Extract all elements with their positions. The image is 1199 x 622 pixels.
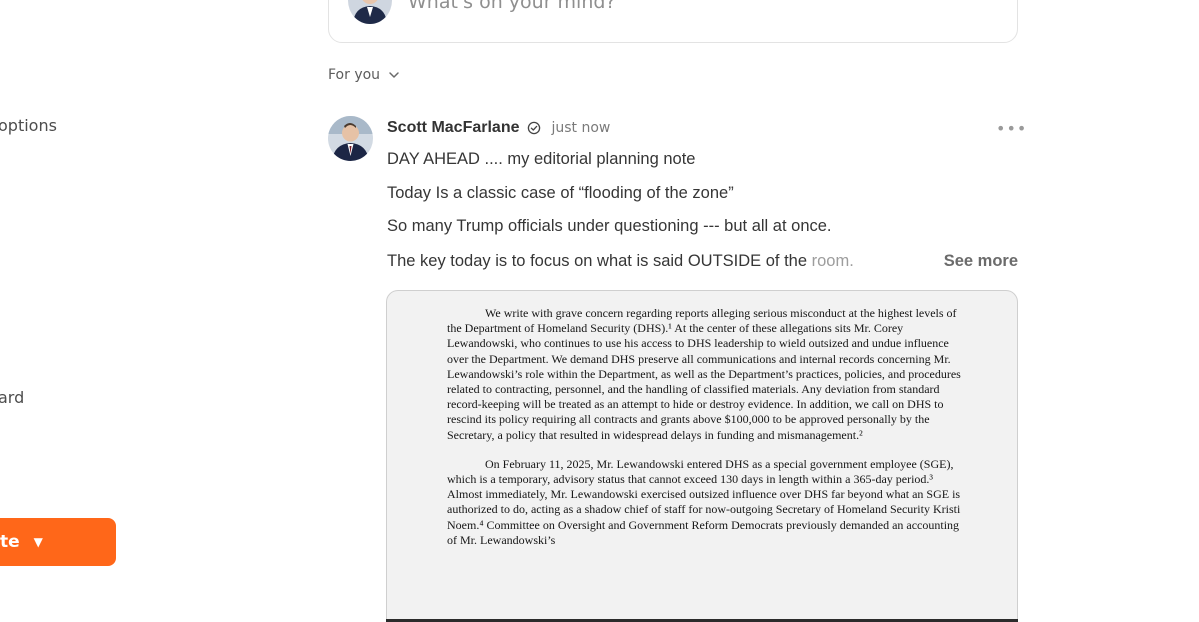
feed-selector-label: For you <box>328 67 381 83</box>
post-composer[interactable]: What's on your mind? <box>328 0 1018 43</box>
verified-check-icon <box>527 121 541 135</box>
post-timestamp[interactable]: just now <box>551 120 610 136</box>
post-image-attachment[interactable]: We write with grave concern regarding re… <box>386 290 1018 622</box>
see-more-link[interactable]: See more <box>944 252 1018 271</box>
post-header: Scott MacFarlane just now <box>387 119 610 137</box>
create-button[interactable]: te ▼ <box>0 518 116 566</box>
author-name[interactable]: Scott MacFarlane <box>387 119 519 137</box>
chevron-down-icon <box>389 72 399 78</box>
caret-down-icon: ▼ <box>33 535 43 549</box>
composer-placeholder: What's on your mind? <box>408 0 616 13</box>
post-text-line: The key today is to focus on what is sai… <box>387 252 854 271</box>
sidebar-item-dashboard[interactable]: ard <box>0 388 24 407</box>
author-avatar[interactable] <box>328 116 373 161</box>
more-horizontal-icon[interactable]: ••• <box>996 119 1027 138</box>
post-text-line-main: The key today is to focus on what is sai… <box>387 252 812 270</box>
create-button-label: te <box>0 532 20 552</box>
post-text-line: DAY AHEAD .... my editorial planning not… <box>387 150 696 168</box>
attachment-document-text: We write with grave concern regarding re… <box>447 306 967 562</box>
attachment-paragraph: We write with grave concern regarding re… <box>447 306 961 442</box>
attachment-paragraph: On February 11, 2025, Mr. Lewandowski en… <box>447 456 961 547</box>
page: options ard te ▼ What's on your mind? Fo… <box>0 0 1199 622</box>
avatar <box>348 0 392 24</box>
sidebar-item-options[interactable]: options <box>0 116 57 135</box>
post-text-line-faded: room. <box>811 252 854 270</box>
post-text-line: Today Is a classic case of “flooding of … <box>387 184 734 202</box>
feed-selector[interactable]: For you <box>328 67 400 83</box>
post-text-line: So many Trump officials under questionin… <box>387 217 832 235</box>
